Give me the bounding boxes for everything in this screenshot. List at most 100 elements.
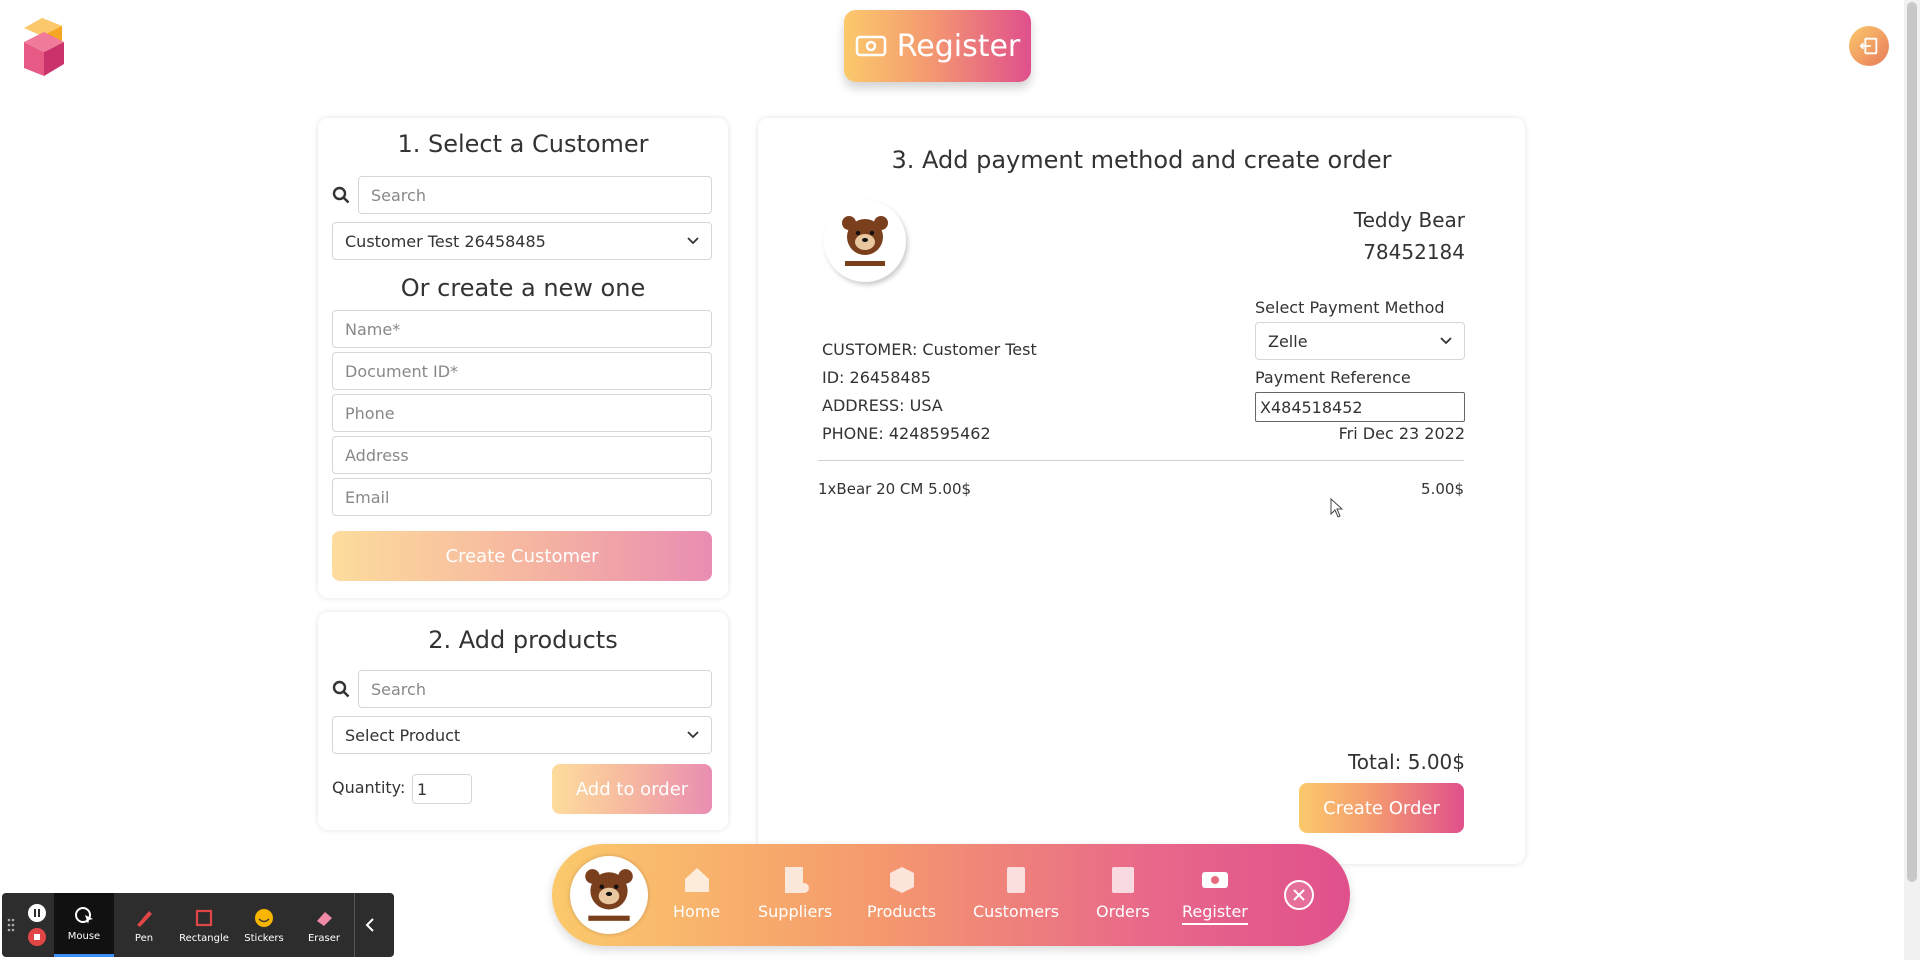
tool-stickers[interactable]: Stickers [234,893,294,957]
order-item-amount: 5.00$ [1421,480,1464,498]
list-icon [1111,867,1134,893]
nav-label-suppliers: Suppliers [758,902,833,921]
search-icon [332,680,350,698]
suppliers-icon [785,867,810,893]
product-select[interactable]: Select Product [332,716,712,754]
register-header-button[interactable]: Register [844,10,1031,82]
chevron-down-icon [687,731,699,739]
create-order-card: 3. Add payment method and create order T… [758,118,1525,864]
add-products-title: 2. Add products [428,626,618,654]
create-order-button[interactable]: Create Order [1299,783,1464,833]
home-icon [684,868,709,892]
customer-address-line: ADDRESS: USA [822,396,943,415]
email-field[interactable] [332,478,712,516]
document-id-field[interactable] [332,352,712,390]
recording-toolbar: Mouse Pen Rectangle Stickers Eraser [2,893,394,957]
customer-phone-line: PHONE: 4248595462 [822,424,991,443]
create-customer-button[interactable]: Create Customer [332,531,712,581]
add-to-order-button[interactable]: Add to order [552,764,712,814]
drag-handle[interactable] [2,917,20,933]
store-logo [824,200,906,282]
product-select-value: Select Product [345,725,461,745]
nav-avatar[interactable] [570,856,648,934]
close-icon [1293,889,1305,901]
order-total: Total: 5.00$ [1347,750,1465,774]
bottom-nav: Home Suppliers Products Customers Orders… [552,844,1350,946]
nav-label-home: Home [673,902,721,921]
tool-mouse[interactable]: Mouse [54,893,114,957]
payment-reference-label: Payment Reference [1255,368,1411,387]
quantity-field[interactable] [412,774,472,804]
sticker-icon [255,908,273,927]
stop-icon[interactable] [28,928,46,946]
payment-method-value: Zelle [1268,331,1308,351]
box-icon [889,867,914,893]
eraser-icon [317,911,332,926]
teddy-bear-icon [585,869,633,921]
nav-item-suppliers[interactable]: Suppliers [758,864,832,921]
nav-label-products: Products [867,902,937,921]
nav-item-products[interactable]: Products [867,864,936,921]
order-date: Fri Dec 23 2022 [1338,424,1465,443]
nav-item-orders[interactable]: Orders [1096,864,1150,921]
quantity-label: Quantity: [332,778,406,797]
customer-line: CUSTOMER: Customer Test [822,340,1037,359]
logout-icon [1859,37,1878,55]
logout-button[interactable] [1849,26,1889,66]
address-field[interactable] [332,436,712,474]
nav-close-button[interactable] [1284,880,1314,910]
payment-reference-field[interactable] [1255,392,1465,422]
pen-icon [137,910,152,927]
customer-id-line: ID: 26458485 [822,368,931,387]
tool-rectangle[interactable]: Rectangle [174,893,234,957]
create-customer-title: Or create a new one [400,274,646,302]
pause-icon[interactable] [28,904,46,922]
select-customer-title: 1. Select a Customer [397,130,649,158]
tool-pen[interactable]: Pen [114,893,174,957]
customer-select-value: Customer Test 26458485 [345,231,546,251]
order-divider [818,460,1464,461]
chevron-down-icon [1440,337,1452,345]
store-id: 78452184 [1363,240,1465,264]
create-order-title: 3. Add payment method and create order [891,146,1392,174]
payment-method-select[interactable]: Zelle [1255,322,1465,360]
chevron-down-icon [687,237,699,245]
nav-item-home[interactable]: Home [673,864,720,921]
order-item-description: 1xBear 20 CM 5.00$ [818,480,972,498]
name-field[interactable] [332,310,712,348]
cursor-icon [75,907,93,924]
payment-method-label: Select Payment Method [1255,298,1445,317]
select-customer-card: 1. Select a Customer Customer Test 26458… [318,118,728,598]
nav-label-orders: Orders [1096,902,1150,921]
nav-item-customers[interactable]: Customers [973,864,1059,921]
app-logo [12,14,78,80]
tool-pen-label: Pen [134,932,154,944]
nav-label-register: Register [1182,902,1248,925]
phone-field[interactable] [332,394,712,432]
scrollbar-thumb[interactable] [1907,2,1917,882]
search-icon [332,186,350,204]
customer-select[interactable]: Customer Test 26458485 [332,222,712,260]
rectangle-icon [195,909,213,926]
product-search-input[interactable] [358,670,712,708]
mouse-cursor-icon [1330,498,1344,518]
customer-search-input[interactable] [358,176,712,214]
grip-icon [7,918,15,932]
cash-icon [1201,872,1228,888]
collapse-toolbar-button[interactable] [354,893,384,957]
teddy-bear-icon [842,216,888,266]
tool-eraser[interactable]: Eraser [294,893,354,957]
add-products-card: 2. Add products Select Product Quantity:… [318,612,728,830]
order-item: 1xBear 20 CM 5.00$ 5.00$ [818,480,1464,498]
nav-item-register[interactable]: Register [1182,864,1248,925]
tool-stickers-label: Stickers [244,932,284,944]
chevron-left-icon [365,918,374,932]
page-title: Register [896,28,1021,64]
badge-icon [1007,867,1026,893]
tool-eraser-label: Eraser [307,932,341,944]
page-scrollbar[interactable] [1904,0,1920,960]
cash-icon [855,35,886,57]
nav-label-customers: Customers [973,902,1060,921]
store-name: Teddy Bear [1353,208,1465,232]
tool-rectangle-label: Rectangle [179,932,229,944]
